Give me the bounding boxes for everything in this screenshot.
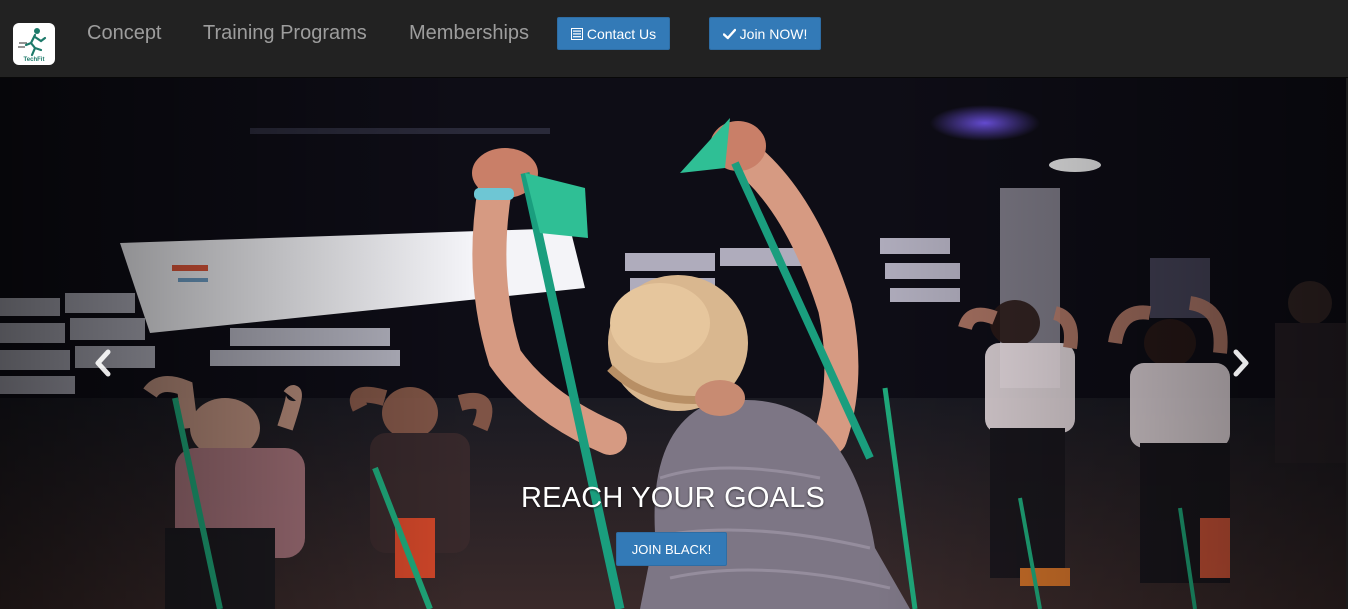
nav-link-concept[interactable]: Concept xyxy=(87,22,162,45)
hero-carousel: REACH YOUR GOALS JOIN BLACK! xyxy=(0,78,1346,609)
carousel-next-button[interactable] xyxy=(1226,348,1256,378)
contact-us-button[interactable]: Contact Us xyxy=(557,17,670,50)
nav-link-training-programs[interactable]: Training Programs xyxy=(203,22,367,45)
list-icon xyxy=(570,27,583,40)
checkmark-icon xyxy=(722,28,736,39)
join-black-button[interactable]: JOIN BLACK! xyxy=(616,532,727,566)
contact-us-label: Contact Us xyxy=(586,25,657,42)
chevron-left-icon xyxy=(95,349,111,377)
chevron-right-icon xyxy=(1233,349,1249,377)
navbar: TechFit Concept Training Programs Member… xyxy=(0,0,1348,78)
hero-caption: REACH YOUR GOALS xyxy=(520,482,826,514)
carousel-prev-button[interactable] xyxy=(88,348,118,378)
join-now-button[interactable]: Join NOW! xyxy=(709,17,821,50)
hero-image xyxy=(0,78,1346,609)
brand-text: TechFit xyxy=(23,57,45,63)
brand-logo[interactable]: TechFit xyxy=(13,23,55,65)
join-now-label: Join NOW! xyxy=(739,25,808,42)
nav-link-memberships[interactable]: Memberships xyxy=(409,22,529,45)
